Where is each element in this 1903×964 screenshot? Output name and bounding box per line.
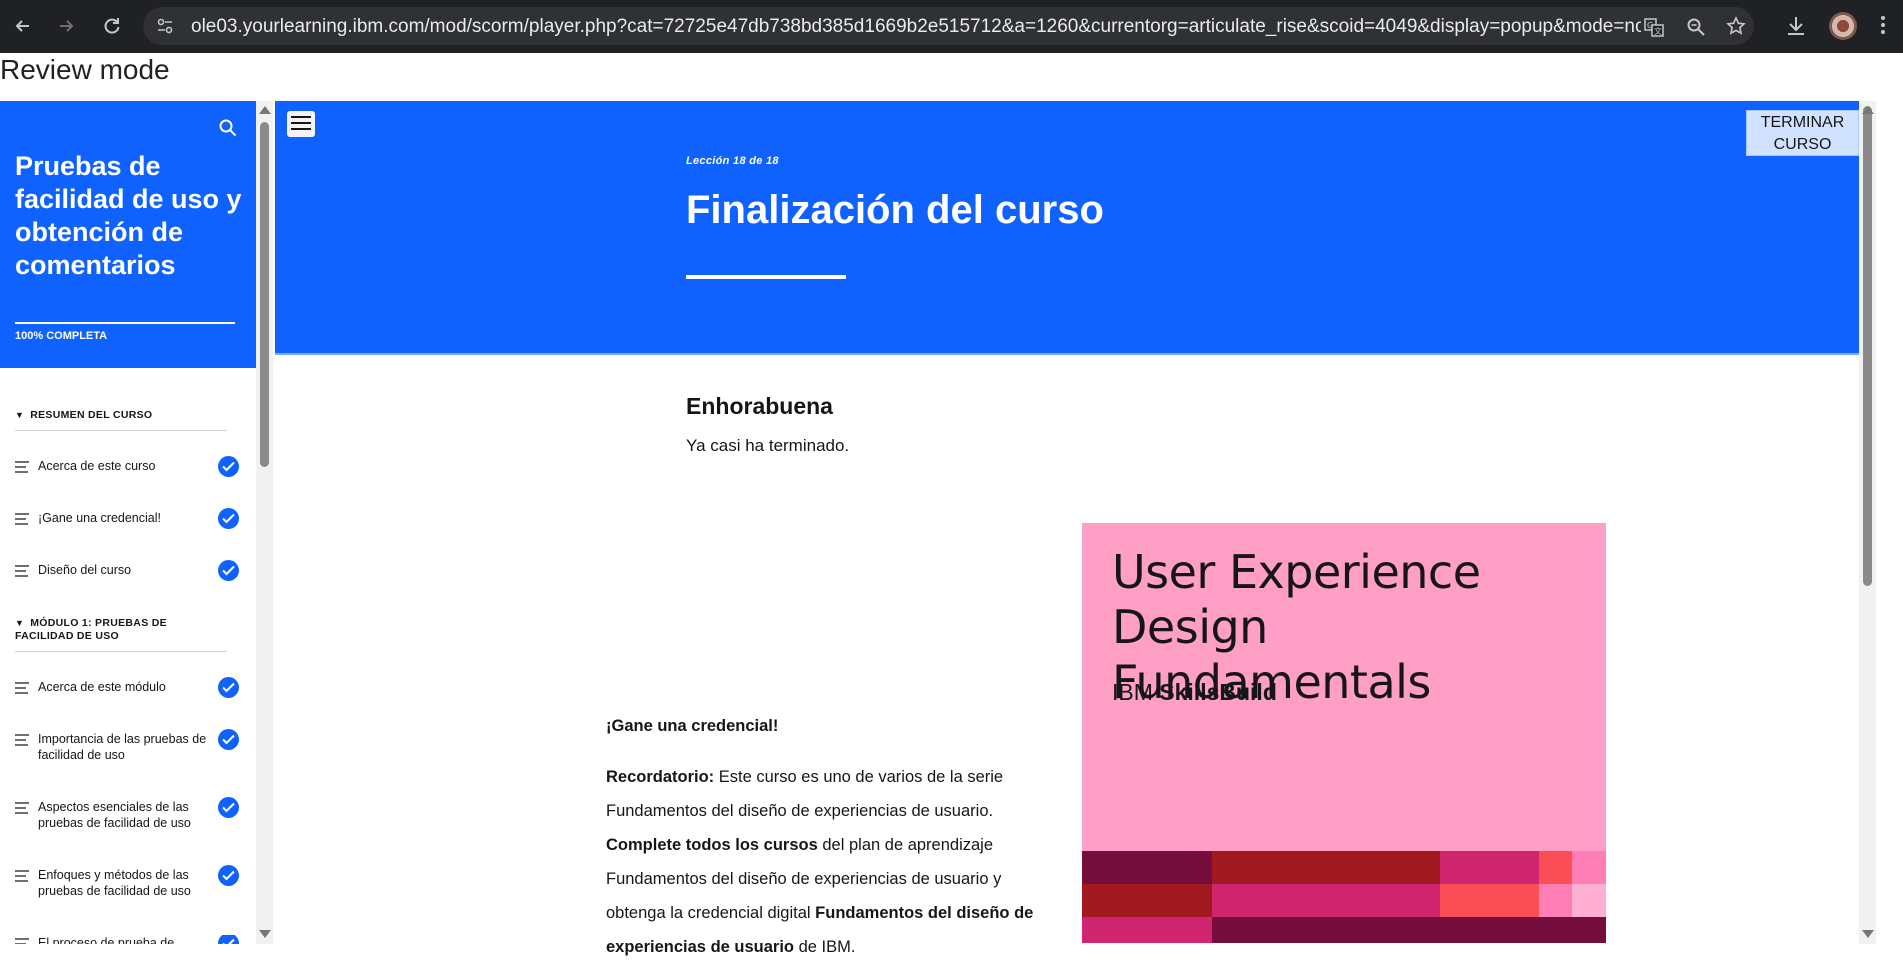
congrats-text: Ya casi ha terminado. (686, 436, 850, 455)
section-divider (15, 651, 227, 652)
check-circle-icon (218, 456, 239, 477)
check-circle-icon (218, 508, 239, 529)
check-circle-icon (218, 865, 239, 886)
lesson-item[interactable]: Aspectos esenciales de las pruebas de fa… (15, 797, 240, 839)
scroll-down-icon[interactable] (259, 930, 271, 938)
lesson-item[interactable]: Diseño del curso (15, 560, 240, 602)
banner-divider (275, 353, 1859, 355)
svg-text:文: 文 (1654, 26, 1662, 36)
lesson-label: Diseño del curso (38, 563, 132, 577)
reload-button[interactable] (98, 12, 126, 40)
star-icon[interactable] (1726, 16, 1746, 36)
review-mode-label: Review mode (0, 54, 170, 85)
section-title: RESUMEN DEL CURSO (30, 409, 153, 421)
lines-icon (15, 870, 29, 882)
lesson-item[interactable]: Acerca de este curso (15, 456, 240, 498)
scroll-up-icon[interactable] (1862, 106, 1874, 114)
check-circle-icon (218, 797, 239, 818)
section-title: MÓDULO 1: PRUEBAS DE FACILIDAD DE USO (15, 617, 167, 642)
credential-paragraph: Recordatorio: Este curso es uno de vario… (606, 760, 1036, 964)
progress-bar (15, 322, 235, 324)
lesson-item[interactable]: Acerca de este módulo (15, 677, 240, 719)
badge-brand: IBM SkillsBuild (1112, 679, 1277, 706)
lines-icon (15, 513, 29, 525)
lines-icon (15, 565, 29, 577)
title-underline (686, 275, 846, 279)
lesson-label: Enfoques y métodos de las pruebas de fac… (38, 868, 191, 898)
zoom-icon[interactable] (1686, 17, 1706, 37)
lesson-label: Aspectos esenciales de las pruebas de fa… (38, 800, 191, 830)
brand-name: SkillsBuild (1159, 679, 1277, 705)
lines-icon (15, 461, 29, 473)
lesson-item[interactable]: Importancia de las pruebas de facilidad … (15, 729, 240, 771)
lines-icon (15, 682, 29, 694)
arrow-right-icon (60, 20, 74, 32)
lesson-label: El proceso de prueba de (38, 936, 175, 944)
url-text[interactable]: ole03.yourlearning.ibm.com/mod/scorm/pla… (191, 16, 1641, 38)
lesson-title: Finalización del curso (686, 188, 1104, 232)
check-circle-icon (218, 677, 239, 698)
lesson-label: Acerca de este curso (38, 459, 156, 473)
reminder-label: Recordatorio: (606, 768, 715, 786)
section-divider (15, 430, 227, 431)
lines-icon (15, 802, 29, 814)
lesson-label: ¡Gane una credencial! (38, 511, 161, 525)
paragraph-text: de IBM. (794, 938, 856, 956)
section-header[interactable]: ▼ RESUMEN DEL CURSO (15, 409, 152, 422)
lesson-label: Acerca de este módulo (38, 680, 166, 694)
check-circle-icon (218, 560, 239, 581)
caret-down-icon: ▼ (15, 618, 25, 628)
course-title: Pruebas de facilidad de uso y obtención … (15, 151, 242, 280)
brand-prefix: IBM (1112, 679, 1160, 705)
finish-course-button[interactable]: TERMINAR CURSO (1746, 110, 1859, 156)
lesson-item[interactable]: ¡Gane una credencial! (15, 508, 240, 550)
reload-icon (104, 18, 120, 34)
congrats-heading: Enhorabuena (686, 393, 833, 419)
caret-down-icon: ▼ (15, 410, 25, 420)
arrow-left-icon (15, 20, 29, 32)
kebab-icon[interactable] (1873, 13, 1893, 39)
lesson-label: Importancia de las pruebas de facilidad … (38, 732, 207, 762)
scroll-down-icon[interactable] (1862, 930, 1874, 938)
profile-avatar[interactable] (1829, 12, 1857, 40)
credential-badge-image: User Experience Design Fundamentals IBM … (1082, 523, 1606, 943)
check-circle-icon (218, 935, 239, 944)
tune-icon[interactable] (155, 16, 175, 36)
progress-label: 100% COMPLETA (15, 330, 108, 342)
sidebar-scrollbar-thumb[interactable] (260, 122, 269, 467)
lesson-item[interactable]: Enfoques y métodos de las pruebas de fac… (15, 865, 240, 907)
forward-button[interactable] (52, 12, 80, 40)
download-icon[interactable] (1784, 14, 1808, 38)
address-bar[interactable]: ole03.yourlearning.ibm.com/mod/scorm/pla… (143, 7, 1754, 45)
search-icon[interactable] (218, 118, 238, 138)
hamburger-icon[interactable] (287, 111, 315, 137)
badge-pattern (1082, 851, 1606, 943)
main-scrollbar-thumb[interactable] (1863, 106, 1872, 586)
translate-icon[interactable]: G文 (1644, 17, 1664, 37)
section-header[interactable]: ▼ MÓDULO 1: PRUEBAS DE FACILIDAD DE USO (15, 617, 225, 643)
lesson-item[interactable]: El proceso de prueba de (15, 935, 240, 944)
lines-icon (15, 734, 29, 746)
lines-icon (15, 938, 29, 944)
check-circle-icon (218, 729, 239, 750)
credential-heading: ¡Gane una credencial! (606, 717, 779, 735)
emphasis-text: Complete todos los cursos (606, 836, 818, 854)
back-button[interactable] (9, 12, 37, 40)
lesson-counter: Lección 18 de 18 (686, 155, 779, 167)
scroll-up-icon[interactable] (259, 106, 271, 114)
